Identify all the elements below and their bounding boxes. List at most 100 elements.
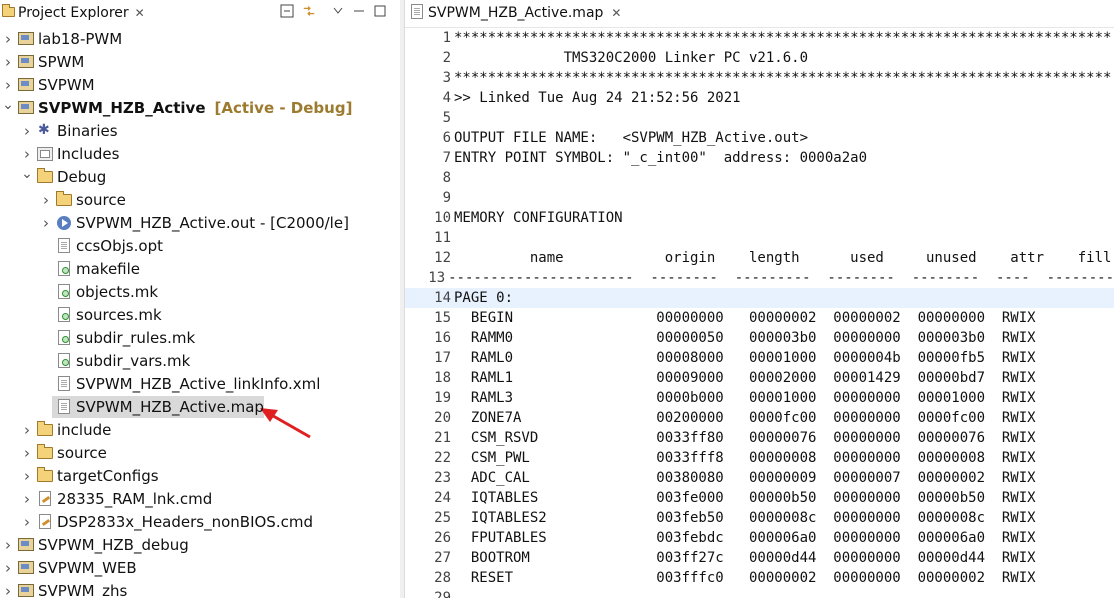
tab-map-file[interactable]: SVPWM_HZB_Active.map ✕ [405, 0, 621, 26]
tree-item[interactable]: › DSP2833x_Headers_nonBIOS.cmd [0, 510, 400, 533]
tab-project-explorer[interactable]: Project Explorer ✕ [0, 0, 145, 26]
tree-item-label: subdir_vars.mk [76, 351, 191, 370]
code-line[interactable]: 6 OUTPUT FILE NAME: <SVPWM_HZB_Active.out… [405, 128, 1114, 148]
code-line[interactable]: 2 TMS320C2000 Linker PC v21.6.0 [405, 48, 1114, 68]
tree-item[interactable]: › Includes [0, 142, 400, 165]
code-line[interactable]: 12 name origin length used unused attr f… [405, 248, 1114, 268]
code-line[interactable]: 4 >> Linked Tue Aug 24 21:52:56 2021 [405, 88, 1114, 108]
chevron-right-icon[interactable]: › [2, 536, 14, 554]
code-line[interactable]: 15 BEGIN 00000000 00000002 00000002 0000… [405, 308, 1114, 328]
code-line[interactable]: 13 ---------------------- -------- ------… [405, 268, 1114, 288]
code-line[interactable]: 7 ENTRY POINT SYMBOL: "_c_int00" address:… [405, 148, 1114, 168]
tree-item[interactable]: ⌄ SVPWM_HZB_Active [Active - Debug] [0, 96, 400, 119]
tree-item[interactable]: › lab18-PWM [0, 27, 400, 50]
chevron-right-icon[interactable]: › [2, 559, 14, 577]
line-number: 16 [434, 330, 451, 346]
chevron-right-icon[interactable]: › [21, 467, 33, 485]
chevron-right-icon[interactable]: › [21, 513, 33, 531]
chevron-right-icon[interactable]: › [40, 191, 52, 209]
code-line[interactable]: 8 [405, 168, 1114, 188]
editor-tab-title: SVPWM_HZB_Active.map [428, 5, 604, 21]
chevron-down-icon[interactable]: ⌄ [21, 166, 33, 182]
chevron-right-icon[interactable]: › [40, 214, 52, 232]
line-number: 13 [428, 270, 446, 286]
tree-item[interactable]: SVPWM_HZB_Active.map [0, 395, 400, 418]
project-icon [18, 31, 34, 47]
code-line[interactable]: 11 [405, 228, 1114, 248]
line-text: MEMORY CONFIGURATION [454, 210, 623, 226]
chevron-right-icon[interactable]: › [2, 582, 14, 598]
tree-item[interactable]: › SPWM [0, 50, 400, 73]
project-icon [18, 560, 34, 576]
code-line[interactable]: 20 ZONE7A 00200000 0000fc00 00000000 000… [405, 408, 1114, 428]
close-icon[interactable]: ✕ [135, 6, 145, 20]
chevron-right-icon[interactable]: › [2, 30, 14, 48]
code-line[interactable]: 1 ***************************************… [405, 28, 1114, 48]
chevron-right-icon[interactable]: › [21, 421, 33, 439]
tree-item[interactable]: ccsObjs.opt [0, 234, 400, 257]
chevron-right-icon[interactable]: › [21, 122, 33, 140]
code-line[interactable]: 17 RAML0 00008000 00001000 0000004b 0000… [405, 348, 1114, 368]
code-line[interactable]: 19 RAML3 0000b000 00001000 00000000 0000… [405, 388, 1114, 408]
line-number: 7 [442, 150, 451, 166]
code-line[interactable]: 27 BOOTROM 003ff27c 00000d44 00000000 00… [405, 548, 1114, 568]
project-icon [18, 537, 34, 553]
tree-item[interactable]: › targetConfigs [0, 464, 400, 487]
line-text: FPUTABLES 003febdc 000006a0 00000000 000… [454, 530, 1036, 546]
line-text: ENTRY POINT SYMBOL: "_c_int00" address: … [454, 150, 868, 166]
tree-item[interactable]: › source [0, 188, 400, 211]
tree-item[interactable]: › SVPWM_WEB [0, 556, 400, 579]
chevron-right-icon[interactable]: › [2, 53, 14, 71]
chevron-right-icon[interactable]: › [21, 444, 33, 462]
tree-item[interactable]: sources.mk [0, 303, 400, 326]
minimize-icon[interactable] [352, 4, 366, 18]
code-line[interactable]: 18 RAML1 00009000 00002000 00001429 0000… [405, 368, 1114, 388]
code-line[interactable]: 25 IQTABLES2 003feb50 0000008c 00000000 … [405, 508, 1114, 528]
chevron-down-icon[interactable]: ⌄ [2, 97, 14, 113]
project-tree: › lab18-PWM › SPWM › SVPWM ⌄ SVPWM_HZB_Active [A… [0, 27, 400, 598]
tree-item[interactable]: › include [0, 418, 400, 441]
tree-item[interactable]: makefile [0, 257, 400, 280]
tree-item[interactable]: subdir_rules.mk [0, 326, 400, 349]
code-line[interactable]: 10 MEMORY CONFIGURATION [405, 208, 1114, 228]
code-line[interactable]: 9 [405, 188, 1114, 208]
tree-item[interactable]: › Binaries [0, 119, 400, 142]
code-line[interactable]: 26 FPUTABLES 003febdc 000006a0 00000000 … [405, 528, 1114, 548]
code-line[interactable]: 28 RESET 003fffc0 00000002 00000000 0000… [405, 568, 1114, 588]
chevron-right-icon[interactable]: › [2, 76, 14, 94]
line-text: TMS320C2000 Linker PC v21.6.0 [454, 50, 809, 66]
code-line[interactable]: 24 IQTABLES 003fe000 00000b50 00000000 0… [405, 488, 1114, 508]
code-line[interactable]: 16 RAMM0 00000050 000003b0 00000000 0000… [405, 328, 1114, 348]
tree-item[interactable]: › source [0, 441, 400, 464]
tree-item[interactable]: objects.mk [0, 280, 400, 303]
tree-item[interactable]: › SVPWM_zhs [0, 579, 400, 598]
code-line[interactable]: 29 [405, 588, 1114, 598]
tree-item-label: ccsObjs.opt [76, 236, 163, 255]
tree-item[interactable]: › SVPWM_HZB_Active.out - [C2000/le] [0, 211, 400, 234]
tree-item[interactable]: ⌄ Debug [0, 165, 400, 188]
project-explorer-panel: Project Explorer ✕ › lab18-PWM › SPWM › SVPWM… [0, 0, 400, 598]
code-line[interactable]: 14 PAGE 0: [405, 288, 1114, 308]
tree-item[interactable]: › 28335_RAM_lnk.cmd [0, 487, 400, 510]
code-line[interactable]: 21 CSM_RSVD 0033ff80 00000076 00000000 0… [405, 428, 1114, 448]
collapse-all-icon[interactable] [280, 4, 294, 18]
code-line[interactable]: 5 [405, 108, 1114, 128]
code-line[interactable]: 3 ***************************************… [405, 68, 1114, 88]
tree-item[interactable]: subdir_vars.mk [0, 349, 400, 372]
tree-item[interactable]: › SVPWM_HZB_debug [0, 533, 400, 556]
maximize-icon[interactable] [373, 4, 387, 18]
line-text: >> Linked Tue Aug 24 21:52:56 2021 [454, 90, 741, 106]
tree-item[interactable]: › SVPWM [0, 73, 400, 96]
code-line[interactable]: 23 ADC_CAL 00380080 00000009 00000007 00… [405, 468, 1114, 488]
view-menu-icon[interactable] [331, 4, 345, 18]
code-line[interactable]: 22 CSM_PWL 0033fff8 00000008 00000000 00… [405, 448, 1114, 468]
chevron-right-icon[interactable]: › [21, 145, 33, 163]
chevron-right-icon[interactable]: › [21, 490, 33, 508]
close-icon[interactable]: ✕ [611, 6, 621, 20]
link-with-editor-icon[interactable] [302, 4, 316, 18]
code-editor[interactable]: 1 ***************************************… [405, 28, 1114, 598]
tree-item-label: SVPWM_HZB_debug [38, 535, 189, 554]
tree-item[interactable]: SVPWM_HZB_Active_linkInfo.xml [0, 372, 400, 395]
